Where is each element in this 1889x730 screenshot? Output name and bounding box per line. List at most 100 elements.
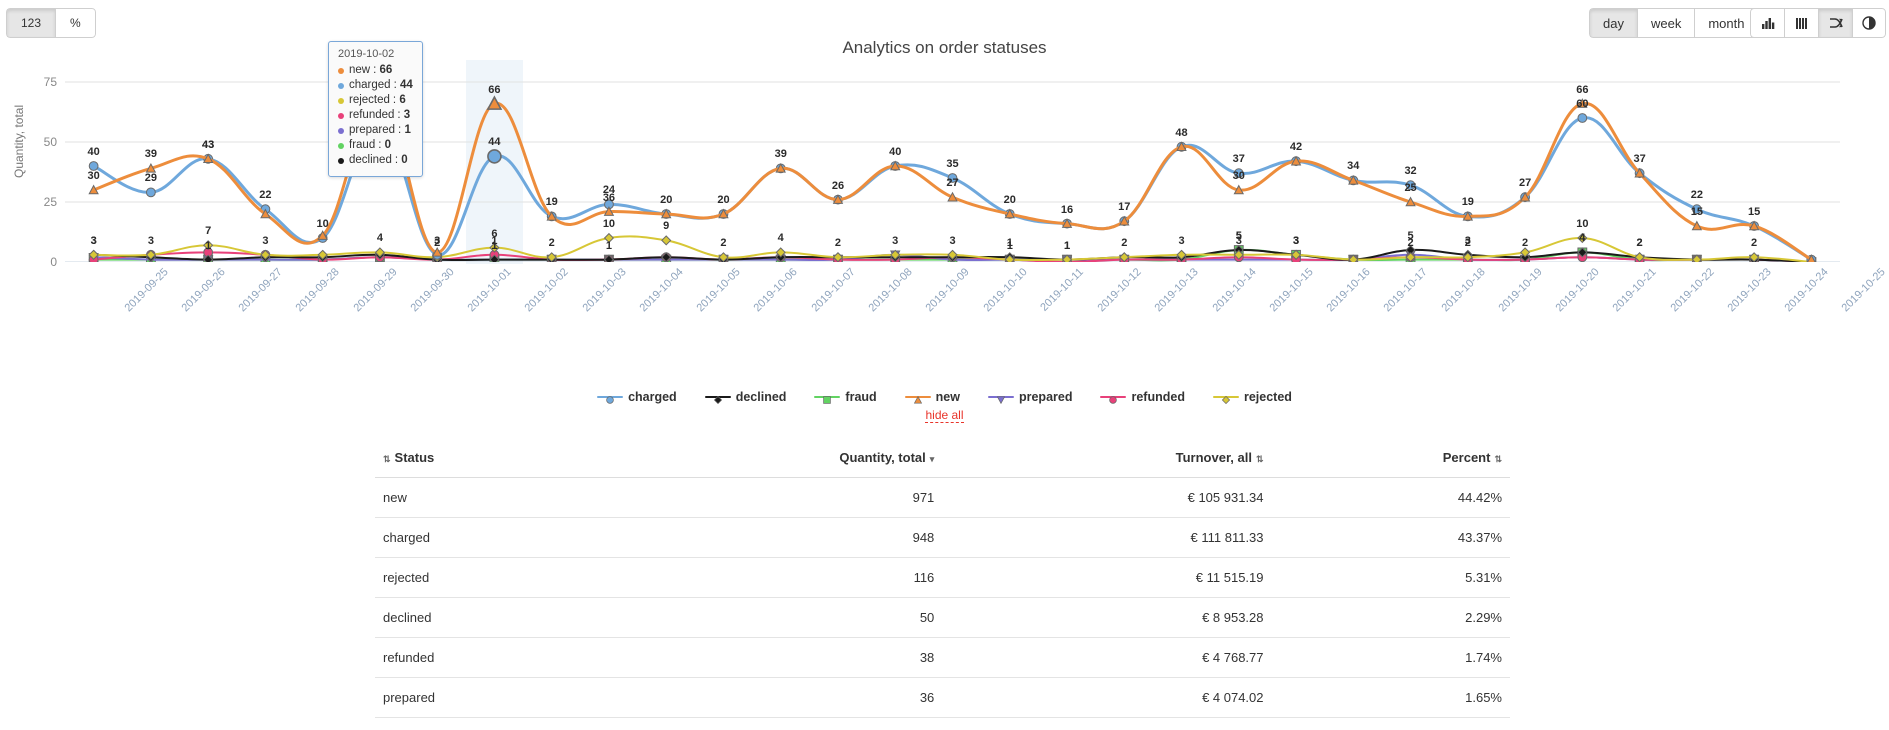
legend-item-rejected[interactable]: rejected: [1212, 390, 1292, 405]
table-cell-quantity: 36: [590, 677, 943, 718]
table-row[interactable]: refunded 38 € 4 768.77 1.74%: [375, 637, 1510, 678]
x-axis-tick-label: 2019-10-08: [866, 266, 915, 315]
table-cell-percent: 44.42%: [1271, 477, 1510, 518]
table-cell-turnover: € 1 509.84: [942, 717, 1272, 730]
sort-both-icon: ⇅: [1494, 454, 1502, 464]
data-point-label: 22: [1690, 189, 1703, 202]
tooltip-series-name: prepared: [349, 124, 396, 136]
data-point-label: 2: [834, 237, 842, 250]
period-month-button[interactable]: month: [1694, 8, 1759, 38]
x-axis-tick-label: 2019-10-19: [1496, 266, 1545, 315]
data-point-label: 3: [949, 234, 956, 247]
tooltip-color-dot: [338, 67, 344, 74]
table-header-turnover[interactable]: Turnover, all ⇅: [942, 440, 1272, 478]
legend-symbol-triangle-icon: [904, 391, 931, 404]
x-axis-tick-label: 2019-10-02: [522, 266, 572, 315]
data-point-label: 19: [545, 196, 558, 209]
period-toggle[interactable]: day week month: [1589, 8, 1759, 38]
period-day-button[interactable]: day: [1589, 8, 1637, 38]
line-chart-icon: [1829, 18, 1843, 28]
data-point-label: 48: [1175, 126, 1188, 139]
tooltip-row: prepared: 1: [338, 123, 413, 138]
data-point-label: 20: [1003, 194, 1016, 206]
data-point-label: 39: [774, 148, 787, 161]
table-cell-status: rejected: [375, 557, 591, 598]
legend-item-charged[interactable]: charged: [597, 390, 677, 404]
x-axis-tick-label: 2019-10-10: [980, 266, 1030, 315]
table-cell-turnover: € 11 515.19: [942, 557, 1272, 598]
tooltip-series-value: 6: [399, 94, 406, 106]
column-chart-button[interactable]: [1784, 8, 1818, 38]
x-axis-tick-label: 2019-10-04: [637, 266, 686, 315]
legend-item-fraud[interactable]: fraud: [814, 390, 877, 404]
legend-item-label: charged: [628, 390, 677, 404]
x-axis-tick-label: 2019-10-05: [694, 266, 743, 315]
hide-all-link[interactable]: hide all: [0, 408, 1889, 423]
data-point-marker[interactable]: [1577, 113, 1588, 123]
data-point-label: 29: [144, 172, 157, 185]
x-axis-tick-label: 2019-10-12: [1095, 266, 1144, 315]
table-cell-turnover: € 111 811.33: [942, 517, 1272, 558]
legend-item-label: refunded: [1131, 390, 1185, 404]
table-row[interactable]: new 971 € 105 931.34 44.42%: [375, 477, 1510, 518]
table-cell-status: refunded: [375, 637, 591, 678]
legend-item-declined[interactable]: declined: [704, 390, 786, 405]
legend-symbol-diamond-icon: [1212, 391, 1239, 405]
table-cell-turnover: € 4 768.77: [942, 637, 1272, 678]
data-point-marker[interactable]: [487, 149, 502, 164]
data-point-label: 7: [205, 225, 212, 238]
data-point-label: 3: [1178, 234, 1185, 247]
table-row[interactable]: prepared 36 € 4 074.02 1.65%: [375, 677, 1510, 718]
table-header-label: Percent: [1442, 450, 1491, 465]
x-axis-tick-label: 2019-10-07: [809, 266, 858, 315]
sort-both-icon: ⇅: [1255, 454, 1264, 464]
data-point-label: 39: [144, 148, 157, 161]
period-week-button[interactable]: week: [1636, 8, 1695, 38]
line-chart-button[interactable]: [1818, 8, 1852, 38]
data-point-label: 1: [605, 239, 612, 252]
table-row[interactable]: declined 50 € 8 953.28 2.29%: [375, 597, 1510, 638]
data-point-label: 3: [892, 234, 899, 247]
column-chart-icon: [1795, 18, 1807, 29]
tooltip-series-value: 0: [401, 154, 408, 166]
table-row[interactable]: charged 948 € 111 811.33 43.37%: [375, 517, 1510, 558]
x-axis-tick-label: 2019-10-09: [923, 266, 973, 315]
data-point-label: 32: [1404, 165, 1417, 178]
data-point-label: 20: [717, 194, 730, 206]
contrast-button[interactable]: [1852, 8, 1886, 38]
data-point-label: 2: [1464, 237, 1471, 250]
sort-desc-icon: ▾: [929, 454, 935, 464]
number-format-123-button[interactable]: 123: [6, 8, 56, 38]
x-axis-tick-label: 2019-10-25: [1839, 266, 1889, 315]
table-header-percent[interactable]: Percent ⇅: [1271, 440, 1510, 478]
data-point-label: 2: [1751, 237, 1758, 250]
table-header-status[interactable]: ⇅ Status: [375, 440, 591, 478]
chart-legend[interactable]: charged declined fraud new prepared refunded r…: [0, 390, 1889, 405]
legend-item-refunded[interactable]: refunded: [1100, 390, 1185, 404]
y-axis-tick: 0: [50, 255, 57, 269]
legend-item-prepared[interactable]: prepared: [987, 390, 1072, 405]
data-point-marker[interactable]: [145, 187, 156, 198]
tooltip-series-value: 44: [399, 79, 413, 91]
tooltip-series-value: 66: [379, 64, 393, 76]
table-header-quantity[interactable]: Quantity, total ▾: [590, 440, 943, 478]
chart-type-toggle[interactable]: [1750, 8, 1886, 38]
number-format-toggle[interactable]: 123%: [6, 8, 96, 38]
table-cell-status: prepared: [375, 677, 591, 718]
data-point-label: 2: [1121, 237, 1128, 250]
data-point-label: 15: [1747, 206, 1761, 218]
legend-symbol-circle-icon: [1100, 391, 1127, 404]
table-row[interactable]: rejected 116 € 11 515.19 5.31%: [375, 557, 1510, 598]
tooltip-color-dot: [338, 142, 344, 149]
bar-chart-button[interactable]: [1750, 8, 1784, 38]
legend-item-new[interactable]: new: [904, 390, 960, 404]
data-point-marker[interactable]: [661, 235, 672, 246]
table-header-label: Status: [394, 450, 435, 465]
table-cell-status: new: [375, 477, 591, 518]
number-format--button[interactable]: %: [55, 8, 96, 38]
tooltip-series-name: rejected: [349, 94, 390, 106]
tooltip-series-name: new: [349, 64, 371, 76]
table-row[interactable]: fraud27€ 1 509.841.24%: [375, 717, 1510, 730]
legend-symbol-diamond-icon: [704, 391, 731, 405]
table-cell-status: fraud: [375, 717, 591, 730]
